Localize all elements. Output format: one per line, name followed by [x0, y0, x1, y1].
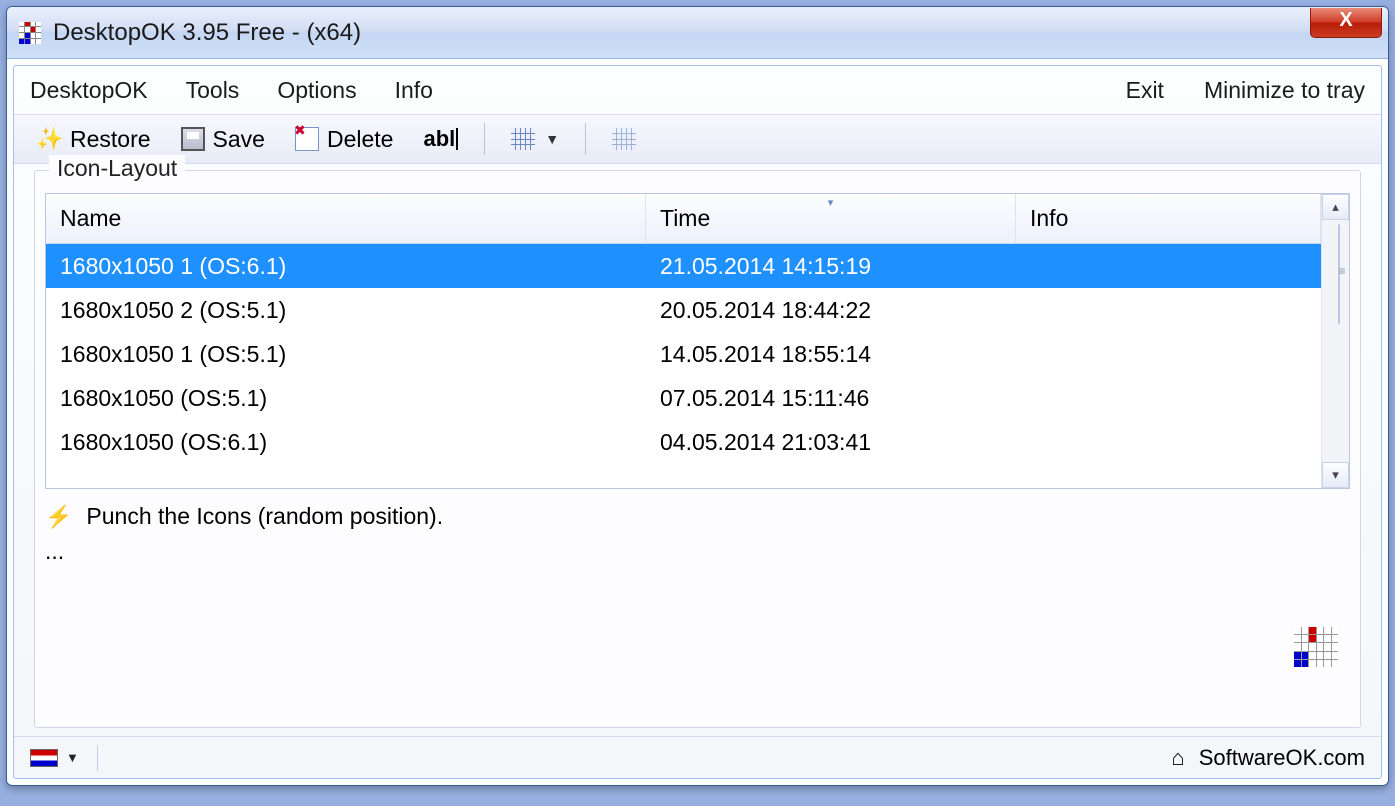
menu-desktopok[interactable]: DesktopOK: [30, 77, 148, 104]
table-row[interactable]: 1680x1050 (OS:5.1)07.05.2014 15:11:46: [46, 376, 1321, 420]
sort-indicator-icon: ▾: [828, 196, 834, 209]
menu-options[interactable]: Options: [277, 77, 356, 104]
app-icon: [19, 22, 41, 44]
scroll-thumb[interactable]: [1338, 224, 1340, 324]
softwareok-link[interactable]: SoftwareOK.com: [1199, 745, 1365, 771]
listview-header: Name ▾ Time Info: [46, 194, 1321, 244]
close-button[interactable]: X: [1310, 8, 1382, 38]
menu-exit[interactable]: Exit: [1126, 77, 1164, 104]
cell-name: 1680x1050 (OS:6.1): [46, 429, 646, 456]
punch-label: Punch the Icons (random position).: [86, 503, 443, 530]
toolbar: ✨ Restore Save Delete abl: [14, 114, 1381, 164]
cell-name: 1680x1050 (OS:5.1): [46, 385, 646, 412]
home-icon: ⌂: [1171, 745, 1184, 771]
save-button[interactable]: Save: [171, 122, 275, 157]
view-dropdown[interactable]: ▼: [501, 124, 569, 154]
table-row[interactable]: 1680x1050 1 (OS:6.1)21.05.2014 14:15:19: [46, 244, 1321, 288]
cell-time: 21.05.2014 14:15:19: [646, 253, 1016, 280]
app-window: DesktopOK 3.95 Free - (x64) X DesktopOK …: [6, 6, 1389, 786]
restore-button[interactable]: ✨ Restore: [26, 122, 161, 157]
menu-tools[interactable]: Tools: [186, 77, 240, 104]
scroll-up-button[interactable]: ▴: [1322, 194, 1349, 220]
table-row[interactable]: 1680x1050 1 (OS:5.1)14.05.2014 18:55:14: [46, 332, 1321, 376]
ellipsis-link[interactable]: ...: [45, 538, 1350, 565]
delete-label: Delete: [327, 126, 393, 153]
cell-time: 20.05.2014 18:44:22: [646, 297, 1016, 324]
titlebar[interactable]: DesktopOK 3.95 Free - (x64) X: [7, 7, 1388, 59]
rename-button[interactable]: abl: [413, 122, 468, 156]
table-row[interactable]: 1680x1050 (OS:6.1)04.05.2014 21:03:41: [46, 420, 1321, 464]
desktopok-logo-icon[interactable]: [1294, 627, 1338, 667]
menu-info[interactable]: Info: [395, 77, 433, 104]
group-label: Icon-Layout: [49, 155, 185, 182]
cell-time: 07.05.2014 15:11:46: [646, 385, 1016, 412]
column-header-name[interactable]: Name: [46, 194, 646, 243]
lightning-icon: ⚡: [45, 504, 72, 530]
restore-label: Restore: [70, 126, 151, 153]
floppy-icon: [181, 127, 205, 151]
window-title: DesktopOK 3.95 Free - (x64): [53, 19, 361, 47]
layouts-listview[interactable]: Name ▾ Time Info 1680x1050 1 (OS:6.1)21.…: [45, 193, 1350, 489]
wand-icon: ✨: [36, 126, 62, 152]
toolbar-separator: [585, 123, 586, 155]
cell-time: 14.05.2014 18:55:14: [646, 341, 1016, 368]
statusbar: ▼ ⌂ SoftwareOK.com: [14, 736, 1381, 778]
save-label: Save: [213, 126, 265, 153]
icon-layout-group: Icon-Layout Name ▾ Time Info 1680x1050 1…: [34, 170, 1361, 728]
cell-time: 04.05.2014 21:03:41: [646, 429, 1016, 456]
toolbar-separator: [484, 123, 485, 155]
flag-icon: [30, 749, 58, 767]
delete-icon: [295, 127, 319, 151]
grid-icon: [612, 128, 636, 150]
chevron-down-icon: ▼: [66, 750, 79, 765]
layout-button[interactable]: [602, 124, 646, 154]
scroll-down-button[interactable]: ▾: [1322, 462, 1349, 488]
menu-minimize-to-tray[interactable]: Minimize to tray: [1204, 77, 1365, 104]
punch-icons-link[interactable]: ⚡ Punch the Icons (random position).: [45, 503, 1350, 530]
column-header-info[interactable]: Info: [1016, 194, 1321, 243]
cell-name: 1680x1050 1 (OS:6.1): [46, 253, 646, 280]
menubar: DesktopOK Tools Options Info Exit Minimi…: [14, 66, 1381, 114]
status-separator: [97, 745, 98, 771]
column-header-time[interactable]: ▾ Time: [646, 194, 1016, 243]
cell-name: 1680x1050 1 (OS:5.1): [46, 341, 646, 368]
vertical-scrollbar[interactable]: ▴ ▾: [1321, 194, 1349, 488]
chevron-down-icon: ▼: [545, 131, 559, 147]
client-area: DesktopOK Tools Options Info Exit Minimi…: [13, 65, 1382, 779]
delete-button[interactable]: Delete: [285, 122, 403, 157]
cell-name: 1680x1050 2 (OS:5.1): [46, 297, 646, 324]
grid-icon: [511, 128, 535, 150]
table-row[interactable]: 1680x1050 2 (OS:5.1)20.05.2014 18:44:22: [46, 288, 1321, 332]
rename-icon: abl: [423, 126, 458, 152]
